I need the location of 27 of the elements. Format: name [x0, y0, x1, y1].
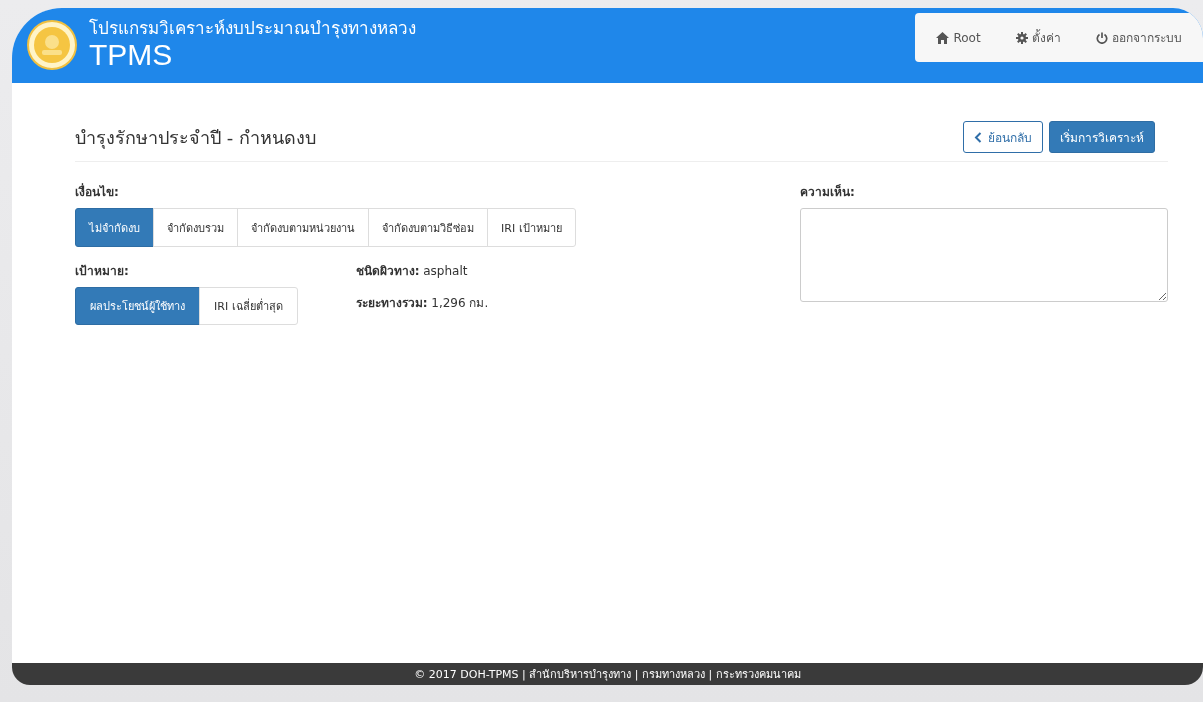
app-subtitle: โปรแกรมวิเคราะห์งบประมาณบำรุงทางหลวง — [89, 18, 416, 38]
app-title: TPMS — [89, 38, 173, 72]
field-label: เป้าหมาย: — [75, 263, 130, 280]
nav-link[interactable]: Root — [936, 30, 981, 45]
segment-button[interactable]: จำกัดงบตามหน่วยงาน — [237, 208, 369, 247]
segment-button[interactable]: จำกัดงบตามวิธีซ่อม — [368, 208, 488, 247]
info-text: ชนิดผิวทาง: asphalt — [355, 263, 469, 280]
field-label: เงื่อนไข: — [75, 182, 120, 201]
segment-button[interactable]: ผลประโยชน์ผู้ใช้ทาง — [75, 287, 200, 325]
comment-field[interactable] — [800, 208, 1168, 302]
field-label: ความเห็น: — [800, 183, 856, 201]
back-button[interactable]: ย้อนกลับ — [963, 121, 1043, 153]
segment-button[interactable]: ไม่จำกัดงบ — [75, 208, 154, 247]
power-icon — [1095, 31, 1108, 44]
settings-icon — [1015, 31, 1028, 44]
nav-link[interactable]: ตั้งค่า — [1015, 28, 1061, 47]
footer-text: © 2017 DOH-TPMS | สำนักบริหารบำรุงทาง | กรมทางหลวง | กระทรวงคมนาคม — [12, 663, 1203, 685]
segment-button[interactable]: จำกัดงบรวม — [153, 208, 238, 247]
page-title: บำรุงรักษาประจำปี - กำหนดงบ — [75, 125, 316, 151]
home-icon — [936, 31, 950, 44]
nav-link[interactable]: ออกจากระบบ — [1095, 28, 1182, 47]
analyze-button[interactable]: เริ่มการวิเคราะห์ — [1049, 121, 1155, 153]
chevron-left-icon — [974, 131, 982, 143]
emblem-icon — [27, 20, 77, 70]
info-text: ระยะทางรวม: 1,296 กม. — [355, 295, 489, 312]
segment-button[interactable]: IRI เป้าหมาย — [487, 208, 576, 247]
segment-button[interactable]: IRI เฉลี่ยต่ำสุด — [199, 287, 298, 325]
